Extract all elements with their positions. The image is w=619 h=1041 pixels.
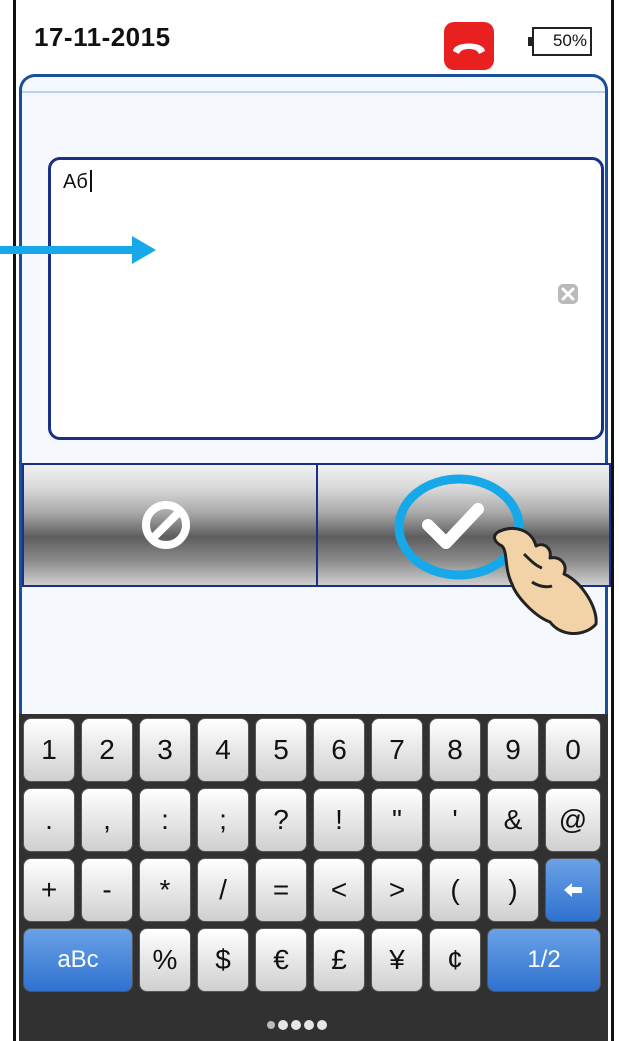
backspace-key[interactable] (545, 858, 601, 922)
key-at[interactable]: @ (545, 788, 601, 852)
close-icon (561, 287, 575, 301)
key-minus[interactable]: - (81, 858, 133, 922)
page-dot (304, 1020, 314, 1030)
on-screen-keyboard: 1 2 3 4 5 6 7 8 9 0 . , : ; ? ! " ' & @ … (19, 714, 608, 1041)
key-cent[interactable]: ¢ (429, 928, 481, 992)
cancel-button[interactable] (22, 463, 318, 587)
key-equals[interactable]: = (255, 858, 307, 922)
key-period[interactable]: . (23, 788, 75, 852)
key-dollar[interactable]: $ (197, 928, 249, 992)
key-euro[interactable]: € (255, 928, 307, 992)
key-4[interactable]: 4 (197, 718, 249, 782)
key-plus[interactable]: + (23, 858, 75, 922)
case-toggle-key[interactable]: aBc (23, 928, 133, 992)
page-dot (267, 1021, 275, 1029)
pointer-arrow-icon (0, 236, 156, 264)
page-dot (291, 1020, 301, 1030)
battery-indicator: 50% (528, 27, 592, 56)
key-double-quote[interactable]: " (371, 788, 423, 852)
key-question[interactable]: ? (255, 788, 307, 852)
page-dot (278, 1020, 288, 1030)
text-input-area[interactable]: Aб (48, 157, 604, 440)
key-3[interactable]: 3 (139, 718, 191, 782)
end-call-button[interactable] (444, 22, 494, 70)
key-apostrophe[interactable]: ' (429, 788, 481, 852)
text-caret (89, 170, 92, 192)
input-value: Aб (63, 171, 88, 193)
panel-divider (22, 91, 605, 93)
key-9[interactable]: 9 (487, 718, 539, 782)
key-ampersand[interactable]: & (487, 788, 539, 852)
key-comma[interactable]: , (81, 788, 133, 852)
key-greater-than[interactable]: > (371, 858, 423, 922)
key-less-than[interactable]: < (313, 858, 365, 922)
input-text: Aб (63, 170, 92, 194)
hand-pointer-icon (493, 527, 598, 635)
key-colon[interactable]: : (139, 788, 191, 852)
key-2[interactable]: 2 (81, 718, 133, 782)
phone-hangup-icon (453, 43, 485, 54)
key-1[interactable]: 1 (23, 718, 75, 782)
key-semicolon[interactable]: ; (197, 788, 249, 852)
key-slash[interactable]: / (197, 858, 249, 922)
date-label: 17-11-2015 (34, 22, 171, 52)
key-exclamation[interactable]: ! (313, 788, 365, 852)
key-7[interactable]: 7 (371, 718, 423, 782)
page-indicator (267, 1020, 327, 1030)
key-8[interactable]: 8 (429, 718, 481, 782)
key-yen[interactable]: ¥ (371, 928, 423, 992)
status-bar: 17-11-2015 50% (16, 0, 611, 72)
key-pound[interactable]: £ (313, 928, 365, 992)
key-6[interactable]: 6 (313, 718, 365, 782)
backspace-arrow-icon (564, 883, 582, 897)
page-toggle-key[interactable]: 1/2 (487, 928, 601, 992)
page-dot (317, 1020, 327, 1030)
key-percent[interactable]: % (139, 928, 191, 992)
key-5[interactable]: 5 (255, 718, 307, 782)
key-asterisk[interactable]: * (139, 858, 191, 922)
forbidden-icon (142, 501, 190, 549)
key-0[interactable]: 0 (545, 718, 601, 782)
key-open-paren[interactable]: ( (429, 858, 481, 922)
clear-text-icon[interactable] (558, 284, 578, 304)
key-close-paren[interactable]: ) (487, 858, 539, 922)
